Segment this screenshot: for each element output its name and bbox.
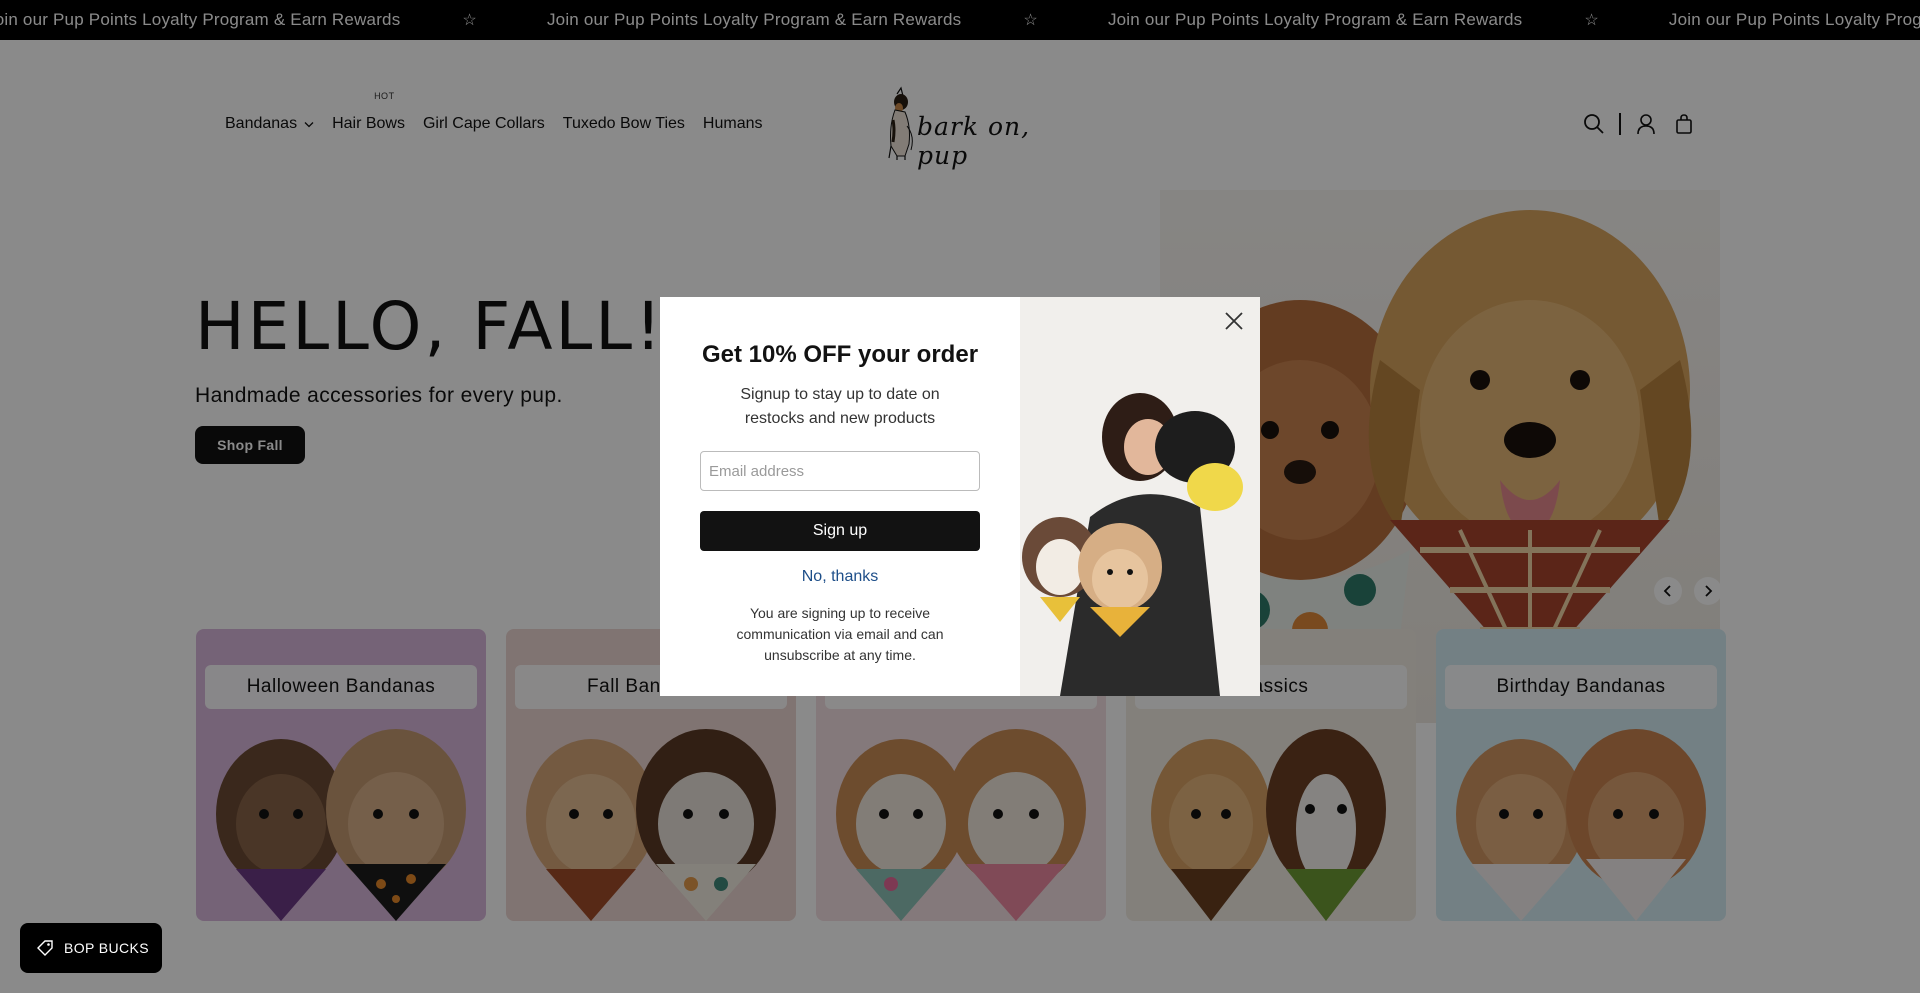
tag-icon [37,940,53,956]
bop-bucks-button[interactable]: BOP BUCKS [20,923,162,973]
email-field[interactable] [700,451,980,491]
modal-title: Get 10% OFF your order [701,341,979,368]
modal-content: Get 10% OFF your order Signup to stay up… [660,297,1020,696]
bop-bucks-label: BOP BUCKS [64,940,150,956]
no-thanks-link[interactable]: No, thanks [660,568,1020,586]
fine-print: You are signing up to receive communicat… [736,605,944,663]
modal-description: Signup to stay up to date on restocks an… [740,386,940,427]
close-button[interactable] [1218,305,1250,337]
modal-image [1020,297,1260,696]
signup-modal: Get 10% OFF your order Signup to stay up… [660,297,1260,696]
close-icon [1225,312,1243,330]
woman-with-dogs-image [1020,297,1260,696]
signup-button[interactable]: Sign up [700,511,980,551]
